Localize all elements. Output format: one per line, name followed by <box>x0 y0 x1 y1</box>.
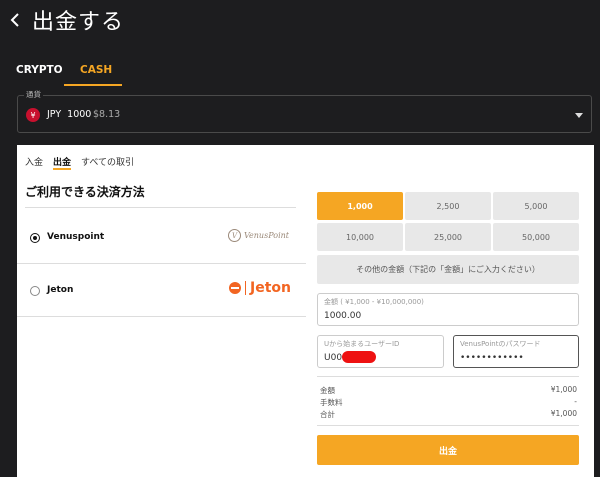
amount-option-1000[interactable]: 1,000 <box>317 192 403 220</box>
other-amount-button[interactable]: その他の金額（下記の「金額」にご入力ください） <box>317 255 579 284</box>
radio-jeton[interactable] <box>30 286 40 296</box>
amount-option-10000[interactable]: 10,000 <box>317 223 403 251</box>
tab-underline <box>64 84 122 86</box>
divider <box>317 376 579 377</box>
currency-amount: 1000 <box>67 109 92 120</box>
venuspoint-logo: V VenusPoint <box>228 229 289 242</box>
venuspoint-logo-text: VenusPoint <box>244 231 289 240</box>
jeton-logo-icon <box>229 282 241 294</box>
currency-label: 通貨 <box>24 89 43 100</box>
summary-fee: 手数料 - <box>320 397 577 408</box>
summary-total: 合計 ¥1,000 <box>320 409 577 420</box>
amount-label: 金額 ( ¥1,000 - ¥10,000,000) <box>324 298 424 306</box>
user-id-field[interactable]: Uから始まるユーザーID U00 <box>317 335 444 368</box>
password-input[interactable]: •••••••••••• <box>460 353 524 363</box>
tab-crypto[interactable]: CRYPTO <box>16 64 63 76</box>
page-title: 出金する <box>32 10 125 35</box>
chevron-left-icon <box>10 13 19 27</box>
user-id-label: Uから始まるユーザーID <box>324 340 400 348</box>
divider <box>317 425 579 426</box>
back-button[interactable] <box>4 6 26 34</box>
amount-field[interactable]: 金額 ( ¥1,000 - ¥10,000,000) 1000.00 <box>317 293 579 326</box>
summary-amount: 金額 ¥1,000 <box>320 385 577 396</box>
currency-code: JPY <box>47 109 62 120</box>
subtab-underline <box>53 168 71 170</box>
summary-label: 合計 <box>320 410 335 419</box>
summary-value: ¥1,000 <box>550 385 577 394</box>
method-jeton[interactable]: Jeton Jeton <box>17 265 306 317</box>
jeton-logo-text: Jeton <box>250 280 291 296</box>
header: 出金する <box>0 0 600 44</box>
chevron-down-icon <box>575 113 583 118</box>
jeton-logo-divider <box>245 281 246 295</box>
method-name: Venuspoint <box>47 232 105 242</box>
amount-input[interactable]: 1000.00 <box>324 311 361 321</box>
radio-venuspoint[interactable] <box>30 233 40 243</box>
amount-option-5000[interactable]: 5,000 <box>493 192 579 220</box>
currency-usd: $8.13 <box>93 109 121 120</box>
top-tabs: CRYPTO CASH <box>0 56 600 86</box>
withdraw-submit-button[interactable]: 出金 <box>317 435 579 465</box>
amount-option-2500[interactable]: 2,500 <box>405 192 491 220</box>
summary-label: 手数料 <box>320 398 343 407</box>
tab-cash[interactable]: CASH <box>80 64 112 76</box>
jeton-logo: Jeton <box>229 280 291 296</box>
subtab-deposit[interactable]: 入金 <box>25 155 43 168</box>
redaction-mark <box>342 351 376 363</box>
subtab-withdraw[interactable]: 出金 <box>53 155 71 168</box>
method-venuspoint[interactable]: Venuspoint V VenusPoint <box>17 212 306 264</box>
summary-value: ¥1,000 <box>550 409 577 418</box>
summary-label: 金額 <box>320 386 335 395</box>
summary-value: - <box>574 397 577 406</box>
subtab-all-transactions[interactable]: すべての取引 <box>81 155 134 168</box>
yen-icon: ¥ <box>26 108 40 122</box>
divider <box>25 207 296 208</box>
user-id-input[interactable]: U00 <box>324 353 342 363</box>
currency-select[interactable]: 通貨 ¥ JPY 1000 $8.13 <box>17 89 592 133</box>
amount-option-50000[interactable]: 50,000 <box>493 223 579 251</box>
withdraw-panel: 入金 出金 すべての取引 ご利用できる決済方法 Venuspoint V Ven… <box>17 145 594 477</box>
methods-title: ご利用できる決済方法 <box>25 185 145 199</box>
amount-option-25000[interactable]: 25,000 <box>405 223 491 251</box>
method-name: Jeton <box>47 285 74 295</box>
password-field[interactable]: VenusPointのパスワード •••••••••••• <box>453 335 579 368</box>
currency-balance: JPY 1000 <box>47 109 91 120</box>
venuspoint-logo-icon: V <box>228 229 241 242</box>
password-label: VenusPointのパスワード <box>460 340 541 348</box>
